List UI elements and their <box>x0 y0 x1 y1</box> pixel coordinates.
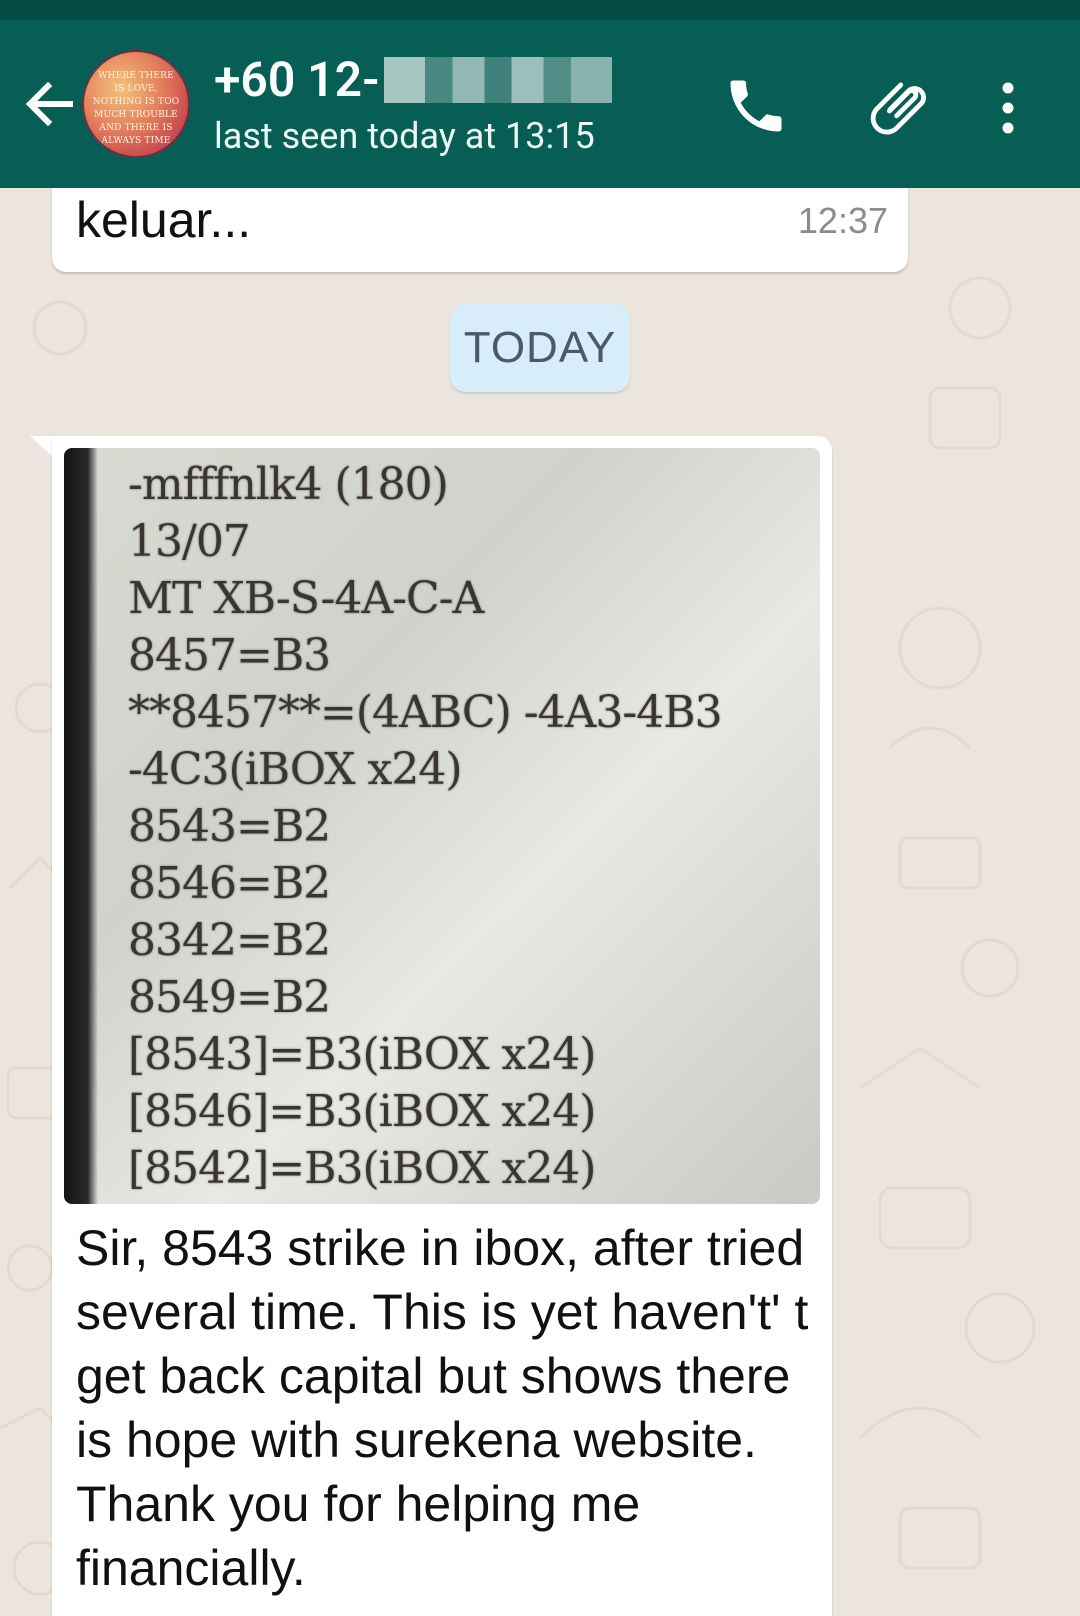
chat-area[interactable]: keluar... 12:37 TODAY -mfffnlk4 (180) 13… <box>0 188 1080 1616</box>
redacted-number <box>383 57 612 104</box>
receipt-text: -mfffnlk4 (180) 13/07 MT XB-S-4A-C-A 845… <box>128 456 810 1197</box>
phone-icon[interactable] <box>722 72 790 140</box>
more-vert-icon[interactable] <box>990 76 1026 140</box>
avatar[interactable]: WHERE THERE IS LOVE, NOTHING IS TOO MUCH… <box>82 50 190 158</box>
receipt-line: 13/07 <box>128 516 251 567</box>
last-seen-status: last seen today at 13:15 <box>214 115 595 157</box>
avatar-text: WHERE THERE IS LOVE, NOTHING IS TOO MUCH… <box>92 71 180 146</box>
contact-info[interactable]: +60 12- last seen today at 13:15 <box>214 52 612 160</box>
receipt-line: [8546]=B3(iBOX x24) <box>128 1086 596 1137</box>
message-bubble-incoming[interactable]: keluar... 12:37 <box>52 188 908 272</box>
receipt-line: 8549=B2 <box>128 972 331 1023</box>
receipt-line: 8457=B3 <box>128 630 331 681</box>
message-text: keluar... <box>76 192 252 248</box>
receipt-line: MT XB-S-4A-C-A <box>128 573 484 624</box>
receipt-line: [8543]=B3(iBOX x24) <box>128 1029 596 1080</box>
message-photo[interactable]: -mfffnlk4 (180) 13/07 MT XB-S-4A-C-A 845… <box>64 448 820 1204</box>
bubble-tail <box>30 436 54 458</box>
back-arrow-icon[interactable] <box>18 72 82 136</box>
contact-name: +60 12- <box>214 52 612 108</box>
contact-number: +60 12- <box>214 51 380 108</box>
receipt-line: 8543=B2 <box>128 801 331 852</box>
message-time: 12:37 <box>797 200 888 241</box>
status-bar <box>0 0 1080 20</box>
receipt-line: **8457**=(4ABC) -4A3-4B3 <box>128 687 723 738</box>
receipt-line: -mfffnlk4 (180) <box>128 459 449 510</box>
receipt-line: 8546=B2 <box>128 858 331 909</box>
receipt-line: 8342=B2 <box>128 915 331 966</box>
receipt-line: -4C3(iBOX x24) <box>128 744 463 795</box>
image-message-bubble[interactable]: -mfffnlk4 (180) 13/07 MT XB-S-4A-C-A 845… <box>52 436 832 1616</box>
message-caption: Sir, 8543 strike in ibox, after tried se… <box>76 1220 809 1596</box>
photo-shadow-edge <box>64 448 98 1204</box>
receipt-line: [8542]=B3(iBOX x24) <box>128 1143 596 1194</box>
paperclip-icon[interactable] <box>866 72 938 144</box>
date-divider: TODAY <box>450 304 630 392</box>
chat-header: WHERE THERE IS LOVE, NOTHING IS TOO MUCH… <box>0 20 1080 188</box>
